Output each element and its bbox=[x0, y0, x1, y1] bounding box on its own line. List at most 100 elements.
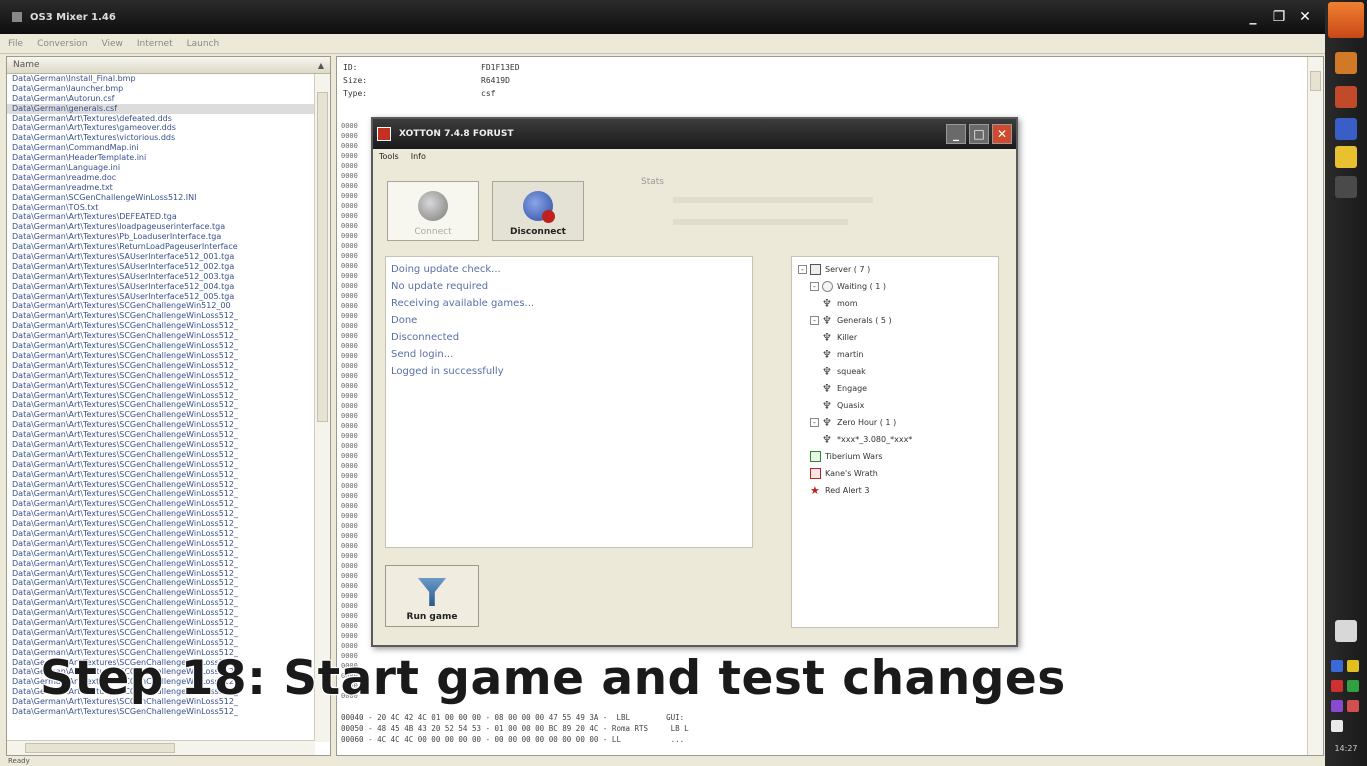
folder-icon[interactable] bbox=[1335, 146, 1357, 168]
file-list-item[interactable]: Data\German\HeaderTemplate.ini bbox=[7, 153, 315, 163]
preview-vertical-scrollbar[interactable] bbox=[1307, 57, 1323, 755]
file-list-item[interactable]: Data\German\Autorun.csf bbox=[7, 94, 315, 104]
dialog-maximize-button[interactable]: □ bbox=[969, 124, 989, 144]
file-list-item[interactable]: Data\German\Art\Textures\SCGenChallengeW… bbox=[7, 381, 315, 391]
tree-node[interactable]: Tiberium Wars bbox=[798, 448, 992, 465]
connect-button[interactable]: Connect bbox=[387, 181, 479, 241]
taskbar-app-icon[interactable] bbox=[1335, 86, 1357, 108]
file-list-item[interactable]: Data\German\Art\Textures\SCGenChallengeW… bbox=[7, 578, 315, 588]
dialog-close-button[interactable]: ✕ bbox=[992, 124, 1012, 144]
file-list-item[interactable]: Data\German\Install_Final.bmp bbox=[7, 74, 315, 84]
file-list-item[interactable]: Data\German\Art\Textures\SCGenChallengeW… bbox=[7, 598, 315, 608]
tray-icon[interactable] bbox=[1347, 680, 1359, 692]
file-list-item[interactable]: Data\German\Art\Textures\SCGenChallengeW… bbox=[7, 628, 315, 638]
file-list-item[interactable]: Data\German\Art\Textures\SCGenChallengeW… bbox=[7, 549, 315, 559]
minimize-button[interactable]: _ bbox=[1245, 9, 1261, 25]
menu-conversion[interactable]: Conversion bbox=[37, 39, 87, 49]
menu-launch[interactable]: Launch bbox=[187, 39, 220, 49]
file-list-item[interactable]: Data\German\Art\Textures\SCGenChallengeW… bbox=[7, 489, 315, 499]
menu-tools[interactable]: Tools bbox=[379, 149, 399, 165]
file-list-item[interactable]: Data\German\Art\Textures\victorious.dds bbox=[7, 133, 315, 143]
file-list-item[interactable]: Data\German\Language.ini bbox=[7, 163, 315, 173]
tree-expander-icon[interactable]: - bbox=[798, 265, 807, 274]
dialog-minimize-button[interactable]: _ bbox=[946, 124, 966, 144]
volume-icon[interactable] bbox=[1331, 720, 1343, 732]
file-list-item[interactable]: Data\German\CommandMap.ini bbox=[7, 143, 315, 153]
file-list-item[interactable]: Data\German\Art\Textures\SCGenChallengeW… bbox=[7, 499, 315, 509]
file-list-item[interactable]: Data\German\Art\Textures\Pb_LoaduserInte… bbox=[7, 232, 315, 242]
file-list-item[interactable]: Data\German\Art\Textures\SCGenChallengeW… bbox=[7, 529, 315, 539]
tree-node[interactable]: ♆ Engage bbox=[798, 380, 992, 397]
menu-internet[interactable]: Internet bbox=[137, 39, 173, 49]
file-list-item[interactable]: Data\German\Art\Textures\SCGenChallengeW… bbox=[7, 470, 315, 480]
file-list-item[interactable]: Data\German\Art\Textures\SCGenChallengeW… bbox=[7, 638, 315, 648]
tree-node[interactable]: ♆ mom bbox=[798, 295, 992, 312]
file-list-item[interactable]: Data\German\Art\Textures\ReturnLoadPageu… bbox=[7, 242, 315, 252]
file-list-item[interactable]: Data\German\Art\Textures\SCGenChallengeW… bbox=[7, 351, 315, 361]
file-list-item[interactable]: Data\German\Art\Textures\SCGenChallengeW… bbox=[7, 559, 315, 569]
tree-node[interactable]: ♆ squeak bbox=[798, 363, 992, 380]
file-list-item[interactable]: Data\German\Art\Textures\SAUserInterface… bbox=[7, 282, 315, 292]
file-list-item[interactable]: Data\German\launcher.bmp bbox=[7, 84, 315, 94]
menu-file[interactable]: File bbox=[8, 39, 23, 49]
file-list-item[interactable]: Data\German\Art\Textures\SAUserInterface… bbox=[7, 252, 315, 262]
file-list-item[interactable]: Data\German\Art\Textures\SCGenChallengeW… bbox=[7, 539, 315, 549]
tree-node[interactable]: ♆ martin bbox=[798, 346, 992, 363]
scroll-thumb[interactable] bbox=[317, 92, 328, 422]
tree-node[interactable]: ♆ Killer bbox=[798, 329, 992, 346]
close-button[interactable]: ✕ bbox=[1297, 9, 1313, 25]
file-list-vertical-scrollbar[interactable] bbox=[314, 74, 330, 742]
disconnect-button[interactable]: Disconnect bbox=[492, 181, 584, 241]
menu-view[interactable]: View bbox=[102, 39, 123, 49]
tray-icon[interactable] bbox=[1331, 660, 1343, 672]
file-list-item[interactable]: Data\German\Art\Textures\DEFEATED.tga bbox=[7, 212, 315, 222]
tree-expander-icon[interactable]: - bbox=[810, 316, 819, 325]
tree-expander-icon[interactable]: - bbox=[810, 418, 819, 427]
taskbar-app-icon[interactable] bbox=[1335, 176, 1357, 198]
tray-icon[interactable] bbox=[1347, 660, 1359, 672]
show-desktop-icon[interactable] bbox=[1335, 620, 1357, 642]
tree-node[interactable]: Kane's Wrath bbox=[798, 465, 992, 482]
tray-icon[interactable] bbox=[1331, 700, 1343, 712]
file-list-item[interactable]: Data\German\Art\Textures\SCGenChallengeW… bbox=[7, 519, 315, 529]
file-list-item[interactable]: Data\German\Art\Textures\SCGenChallengeW… bbox=[7, 440, 315, 450]
file-list-item[interactable]: Data\German\Art\Textures\SCGenChallengeW… bbox=[7, 480, 315, 490]
file-list-item[interactable]: Data\German\Art\Textures\defeated.dds bbox=[7, 114, 315, 124]
taskbar-clock[interactable]: 14:27 bbox=[1327, 744, 1365, 753]
file-list-item[interactable]: Data\German\Art\Textures\SCGenChallengeW… bbox=[7, 331, 315, 341]
tree-node[interactable]: - Server ( 7 ) bbox=[798, 261, 992, 278]
file-list-item[interactable]: Data\German\Art\Textures\SCGenChallengeW… bbox=[7, 588, 315, 598]
tree-node[interactable]: ♆ Quasix bbox=[798, 397, 992, 414]
file-list-item[interactable]: Data\German\Art\Textures\SAUserInterface… bbox=[7, 292, 315, 302]
file-list-horizontal-scrollbar[interactable] bbox=[7, 740, 315, 755]
file-list-item[interactable]: Data\German\readme.txt bbox=[7, 183, 315, 193]
file-list-item[interactable]: Data\German\Art\Textures\SCGenChallengeW… bbox=[7, 430, 315, 440]
file-list-item[interactable]: Data\German\generals.csf bbox=[7, 103, 315, 114]
scroll-thumb[interactable] bbox=[1310, 71, 1321, 91]
file-list-item[interactable]: Data\German\Art\Textures\SCGenChallengeW… bbox=[7, 391, 315, 401]
file-list-item[interactable]: Data\German\Art\Textures\SCGenChallengeW… bbox=[7, 618, 315, 628]
menu-info[interactable]: Info bbox=[411, 149, 426, 165]
taskbar-app-icon[interactable] bbox=[1335, 52, 1357, 74]
file-list-item[interactable]: Data\German\Art\Textures\SCGenChallengeW… bbox=[7, 341, 315, 351]
tree-node[interactable]: ★ Red Alert 3 bbox=[798, 482, 992, 499]
file-list-item[interactable]: Data\German\Art\Textures\SCGenChallengeW… bbox=[7, 707, 315, 717]
file-list-item[interactable]: Data\German\Art\Textures\SCGenChallengeW… bbox=[7, 400, 315, 410]
file-list-item[interactable]: Data\German\Art\Textures\SCGenChallengeW… bbox=[7, 321, 315, 331]
scroll-thumb[interactable] bbox=[25, 743, 175, 753]
tree-node[interactable]: - Waiting ( 1 ) bbox=[798, 278, 992, 295]
file-list-item[interactable]: Data\German\Art\Textures\loadpageuserint… bbox=[7, 222, 315, 232]
file-list-item[interactable]: Data\German\Art\Textures\SCGenChallengeW… bbox=[7, 311, 315, 321]
taskbar-app-icon[interactable] bbox=[1335, 118, 1357, 140]
file-list-item[interactable]: Data\German\Art\Textures\SCGenChallengeW… bbox=[7, 460, 315, 470]
column-header-name[interactable]: Name ▲ bbox=[7, 57, 330, 74]
tree-expander-icon[interactable]: - bbox=[810, 282, 819, 291]
file-list-item[interactable]: Data\German\readme.doc bbox=[7, 173, 315, 183]
maximize-button[interactable]: ❐ bbox=[1271, 9, 1287, 25]
tree-node[interactable]: ♆ *xxx*_3.080_*xxx* bbox=[798, 431, 992, 448]
file-list-item[interactable]: Data\German\Art\Textures\SCGenChallengeW… bbox=[7, 420, 315, 430]
file-list-item[interactable]: Data\German\TOS.txt bbox=[7, 203, 315, 213]
tree-node[interactable]: - ♆ Zero Hour ( 1 ) bbox=[798, 414, 992, 431]
file-list-item[interactable]: Data\German\Art\Textures\SCGenChallengeW… bbox=[7, 608, 315, 618]
tray-icon[interactable] bbox=[1347, 700, 1359, 712]
